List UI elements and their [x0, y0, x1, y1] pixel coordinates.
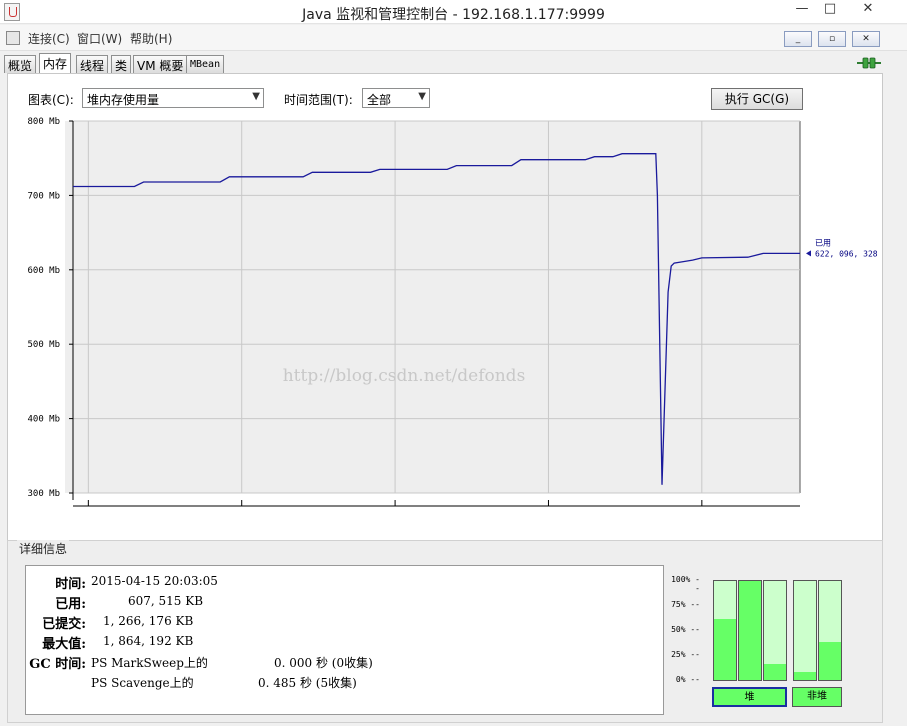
- heap-pool-bar[interactable]: [738, 580, 762, 681]
- y-tick-label: 800 Mb: [27, 117, 60, 127]
- pool-bar-fill: [714, 618, 736, 680]
- tab-memory[interactable]: 内存: [39, 53, 72, 73]
- chevron-down-icon: ▼: [418, 91, 426, 102]
- connection-status-icon[interactable]: [857, 56, 881, 70]
- gc-collector-time: 0. 000 秒 (0收集): [274, 656, 373, 670]
- maximize-button[interactable]: □: [818, 0, 842, 20]
- heap-pool-bar[interactable]: [763, 580, 787, 681]
- used-value: 607, 515 KB: [128, 594, 204, 608]
- menu-bar: 连接(C) 窗口(W) 帮助(H) _ ▫ ✕: [0, 25, 907, 51]
- chart-selector-label: 图表(C):: [28, 93, 74, 107]
- pool-pct-label: 75% --: [671, 600, 700, 609]
- time-range-value: 全部: [367, 93, 392, 107]
- pool-bar-fill: [739, 581, 761, 680]
- max-value: 1, 864, 192 KB: [103, 634, 194, 648]
- internal-frame-icon[interactable]: [6, 31, 20, 45]
- tab-overview[interactable]: 概览: [4, 55, 37, 73]
- time-range-selector[interactable]: 全部 ▼: [362, 88, 430, 108]
- details-box: 时间: 2015-04-15 20:03:05 已用: 607, 515 KB …: [25, 565, 664, 715]
- pool-bar-fill: [819, 642, 841, 680]
- y-tick-label: 400 Mb: [27, 415, 60, 425]
- title-bar: Java 监视和管理控制台 - 192.168.1.177:9999 — □ ✕: [0, 0, 907, 24]
- heap-pool-button[interactable]: 堆: [712, 687, 787, 707]
- gc-collector-name: PS Scavenge上的: [91, 676, 194, 690]
- chart-selector[interactable]: 堆内存使用量 ▼: [82, 88, 264, 108]
- details-title: 详细信息: [17, 540, 70, 557]
- tab-threads[interactable]: 线程: [76, 55, 109, 73]
- current-used-label: 已用: [815, 238, 831, 247]
- window-title: Java 监视和管理控制台 - 192.168.1.177:9999: [302, 7, 605, 23]
- pool-pct-label: 100% --: [671, 575, 700, 593]
- y-tick-label: 300 Mb: [27, 489, 60, 499]
- menu-help[interactable]: 帮助(H): [130, 30, 172, 47]
- details-section: 详细信息 时间: 2015-04-15 20:03:05 已用: 607, 51…: [7, 540, 883, 723]
- watermark-text: http://blog.csdn.net/defonds: [283, 366, 526, 386]
- y-tick-label: 700 Mb: [27, 191, 60, 201]
- max-key: 最大值:: [42, 637, 86, 652]
- committed-key: 已提交:: [42, 617, 86, 632]
- gc-time-key: GC 时间:: [29, 657, 86, 672]
- menu-connection[interactable]: 连接(C): [28, 30, 70, 47]
- pool-bar-fill: [764, 664, 786, 680]
- chart-selector-value: 堆内存使用量: [87, 93, 160, 107]
- minimize-button[interactable]: —: [790, 0, 814, 20]
- menu-window[interactable]: 窗口(W): [77, 30, 122, 47]
- nonheap-pool-bar[interactable]: [818, 580, 842, 681]
- heap-pool-bar[interactable]: [713, 580, 737, 681]
- tab-vm-summary[interactable]: VM 概要: [133, 55, 188, 73]
- gc-collector-name: PS MarkSweep上的: [91, 656, 208, 670]
- y-tick-label: 600 Mb: [27, 266, 60, 276]
- pool-pct-label: 50% --: [671, 625, 700, 634]
- nonheap-pool-button[interactable]: 非堆: [792, 687, 842, 707]
- chevron-down-icon: ▼: [252, 91, 260, 102]
- frame-close-button[interactable]: ✕: [852, 31, 880, 47]
- pool-bar-fill: [794, 672, 816, 680]
- committed-value: 1, 266, 176 KB: [103, 614, 194, 628]
- time-range-label: 时间范围(T):: [284, 93, 353, 107]
- jconsole-window: Java 监视和管理控制台 - 192.168.1.177:9999 — □ ✕…: [0, 0, 907, 726]
- time-key: 时间:: [55, 577, 86, 592]
- pool-pct-label: 0% --: [675, 675, 700, 684]
- frame-minimize-button[interactable]: _: [784, 31, 812, 47]
- heap-usage-chart: 300 Mb 400 Mb 500 Mb 600 Mb 700 Mb 800 Mb 19:…: [27, 117, 878, 507]
- nonheap-pool-bar[interactable]: [793, 580, 817, 681]
- pool-pct-label: 25% --: [671, 650, 700, 659]
- current-value-marker-icon: [806, 250, 811, 257]
- tab-classes[interactable]: 类: [111, 55, 132, 73]
- frame-restore-button[interactable]: ▫: [818, 31, 846, 47]
- used-key: 已用:: [55, 597, 86, 612]
- perform-gc-button[interactable]: 执行 GC(G): [711, 88, 803, 110]
- tab-mbean[interactable]: MBean: [186, 55, 225, 73]
- y-tick-label: 500 Mb: [27, 340, 60, 350]
- time-value: 2015-04-15 20:03:05: [91, 574, 218, 588]
- memory-pools-chart: 100% -- 75% -- 50% -- 25% -- 0% -- 堆 非堆: [670, 567, 880, 715]
- gc-collector-time: 0. 485 秒 (5收集): [258, 676, 357, 690]
- close-button[interactable]: ✕: [843, 0, 893, 20]
- x-axis-ticks: 19:4019:4519:5019:5520:00: [87, 500, 703, 506]
- current-used-value: 622, 096, 328: [815, 249, 878, 258]
- chart-plot-area: [65, 121, 800, 493]
